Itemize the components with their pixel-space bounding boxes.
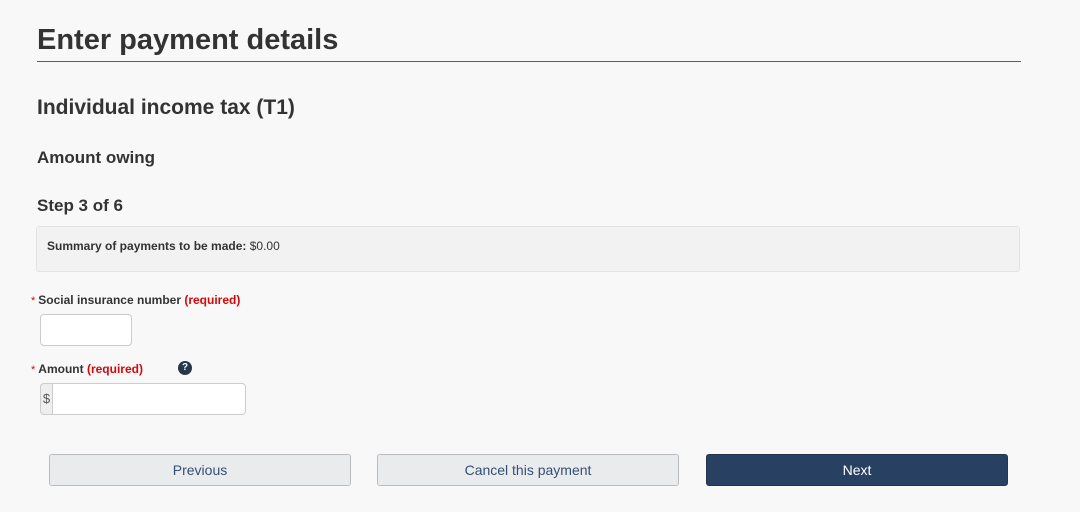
next-button[interactable]: Next [706,454,1008,486]
required-marker: (required) [184,293,241,307]
previous-button[interactable]: Previous [49,454,351,486]
sin-label: * Social insurance number (required) [31,292,240,309]
sin-label-text: Social insurance number [38,293,181,307]
amount-label-text: Amount [38,362,84,376]
required-marker: (required) [86,362,143,376]
step-indicator: Step 3 of 6 [37,196,123,215]
amount-input[interactable] [52,383,246,415]
question-circle-icon[interactable]: ? [178,361,192,375]
summary-value: $0.00 [249,239,280,253]
page-title: Enter payment details [37,24,339,56]
title-divider [37,61,1021,62]
section-heading: Amount owing [37,148,156,167]
currency-addon: $ [40,383,52,415]
required-asterisk: * [31,295,36,307]
payment-summary: Summary of payments to be made: $0.00 [47,238,280,254]
payment-details-page: Enter payment details Individual income … [0,0,1080,512]
amount-label: * Amount (required) [31,361,143,378]
summary-label: Summary of payments to be made: [47,239,247,253]
payment-summary-box: Summary of payments to be made: $0.00 [36,226,1020,272]
page-subtitle: Individual income tax (T1) [37,96,295,119]
required-asterisk: * [31,364,36,376]
amount-input-group: $ [40,383,246,415]
cancel-payment-button[interactable]: Cancel this payment [377,454,679,486]
sin-input[interactable] [40,314,132,346]
